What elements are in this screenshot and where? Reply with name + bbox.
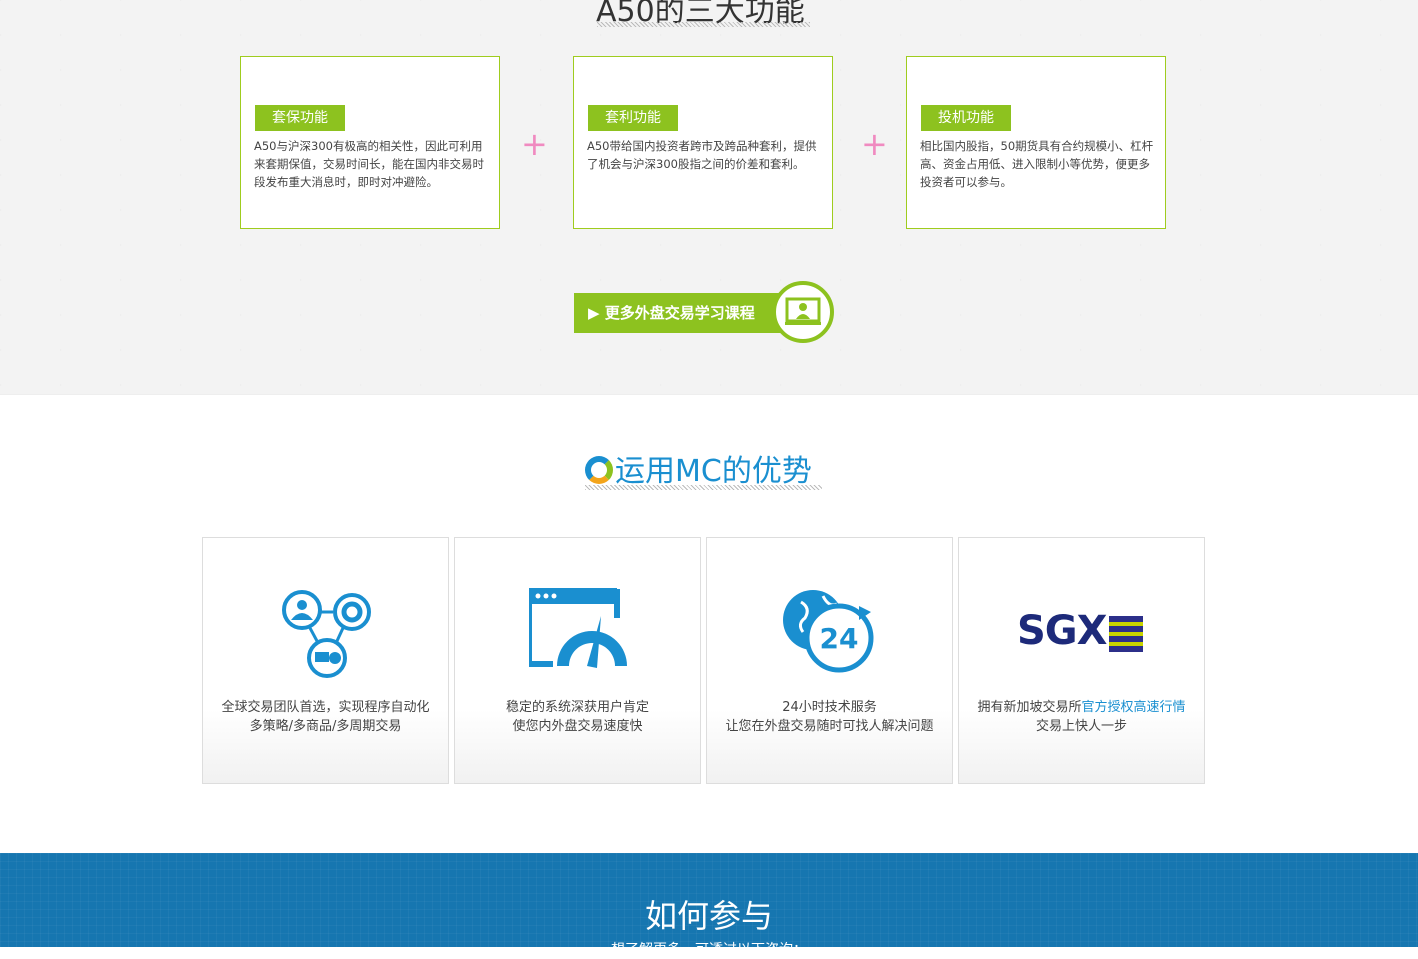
svg-text:24: 24	[820, 622, 859, 655]
card-tag: 投机功能	[921, 105, 1011, 131]
plus-icon: +	[521, 125, 548, 163]
advantage-card-support: 24 24小时技术服务 让您在外盘交易随时可找人解决问题	[706, 537, 953, 784]
mc-logo-icon	[585, 456, 613, 484]
official-quote-link[interactable]: 官方授权高速行情	[1082, 700, 1186, 715]
card-text: 相比国内股指，50期货具有合约规模小、杠杆高、资金占用低、进入限制小等优势，便更…	[920, 139, 1154, 189]
card-tag: 套利功能	[588, 105, 678, 131]
advantage-card-stability: 稳定的系统深获用户肯定 使您内外盘交易速度快	[454, 537, 701, 784]
function-card-hedge: 套保功能 A50与沪深300有极高的相关性，因此可利用来套期保值，交易时间长，能…	[240, 56, 500, 229]
card-text: A50带给国内投资者跨市及跨品种套利，提供了机会与沪深300股指之间的价差和套利…	[587, 139, 817, 171]
plus-icon: +	[861, 125, 888, 163]
advantage-text: 全球交易团队首选，实现程序自动化 多策略/多商品/多周期交易	[221, 700, 430, 734]
participate-title: 如何参与	[644, 897, 773, 935]
advantages-title: 运用MC的优势	[585, 446, 812, 490]
more-courses-button[interactable]: ▶ 更多外盘交易学习课程	[574, 293, 804, 333]
advantage-card-sgx: SGX 拥有新加坡交易所官方授权高速行情 交易上快人一步	[958, 537, 1205, 784]
teacher-screen-icon[interactable]	[772, 281, 834, 343]
function-card-arbitrage: 套利功能 A50带给国内投资者跨市及跨品种套利，提供了机会与沪深300股指之间的…	[573, 56, 833, 229]
participate-section: 如何参与 想了解更多，可透过以下咨询：	[0, 853, 1418, 958]
speedometer-window-icon	[529, 588, 627, 668]
card-text: A50与沪深300有极高的相关性，因此可利用来套期保值，交易时间长，能在国内非交…	[254, 139, 484, 189]
function-card-speculation: 投机功能 相比国内股指，50期货具有合约规模小、杠杆高、资金占用低、进入限制小等…	[906, 56, 1166, 229]
card-tag: 套保功能	[255, 105, 345, 131]
team-gear-icon	[282, 590, 371, 678]
title-underline	[597, 22, 810, 27]
advantage-text: 24小时技术服务 让您在外盘交易随时可找人解决问题	[725, 700, 934, 734]
advantage-text: 拥有新加坡交易所官方授权高速行情 交易上快人一步	[977, 700, 1186, 734]
participate-subtitle: 想了解更多，可透过以下咨询：	[611, 942, 807, 958]
functions-section: A50的三大功能 套保功能 A50与沪深300有极高的相关性，因此可利用来套期保…	[0, 0, 1418, 395]
title-underline	[585, 485, 822, 490]
sgx-logo: SGX	[1017, 608, 1147, 658]
advantage-card-team: 全球交易团队首选，实现程序自动化 多策略/多商品/多周期交易	[202, 537, 449, 784]
advantage-text: 稳定的系统深获用户肯定 使您内外盘交易速度快	[505, 700, 649, 734]
24-hour-globe-icon: 24	[783, 590, 874, 673]
